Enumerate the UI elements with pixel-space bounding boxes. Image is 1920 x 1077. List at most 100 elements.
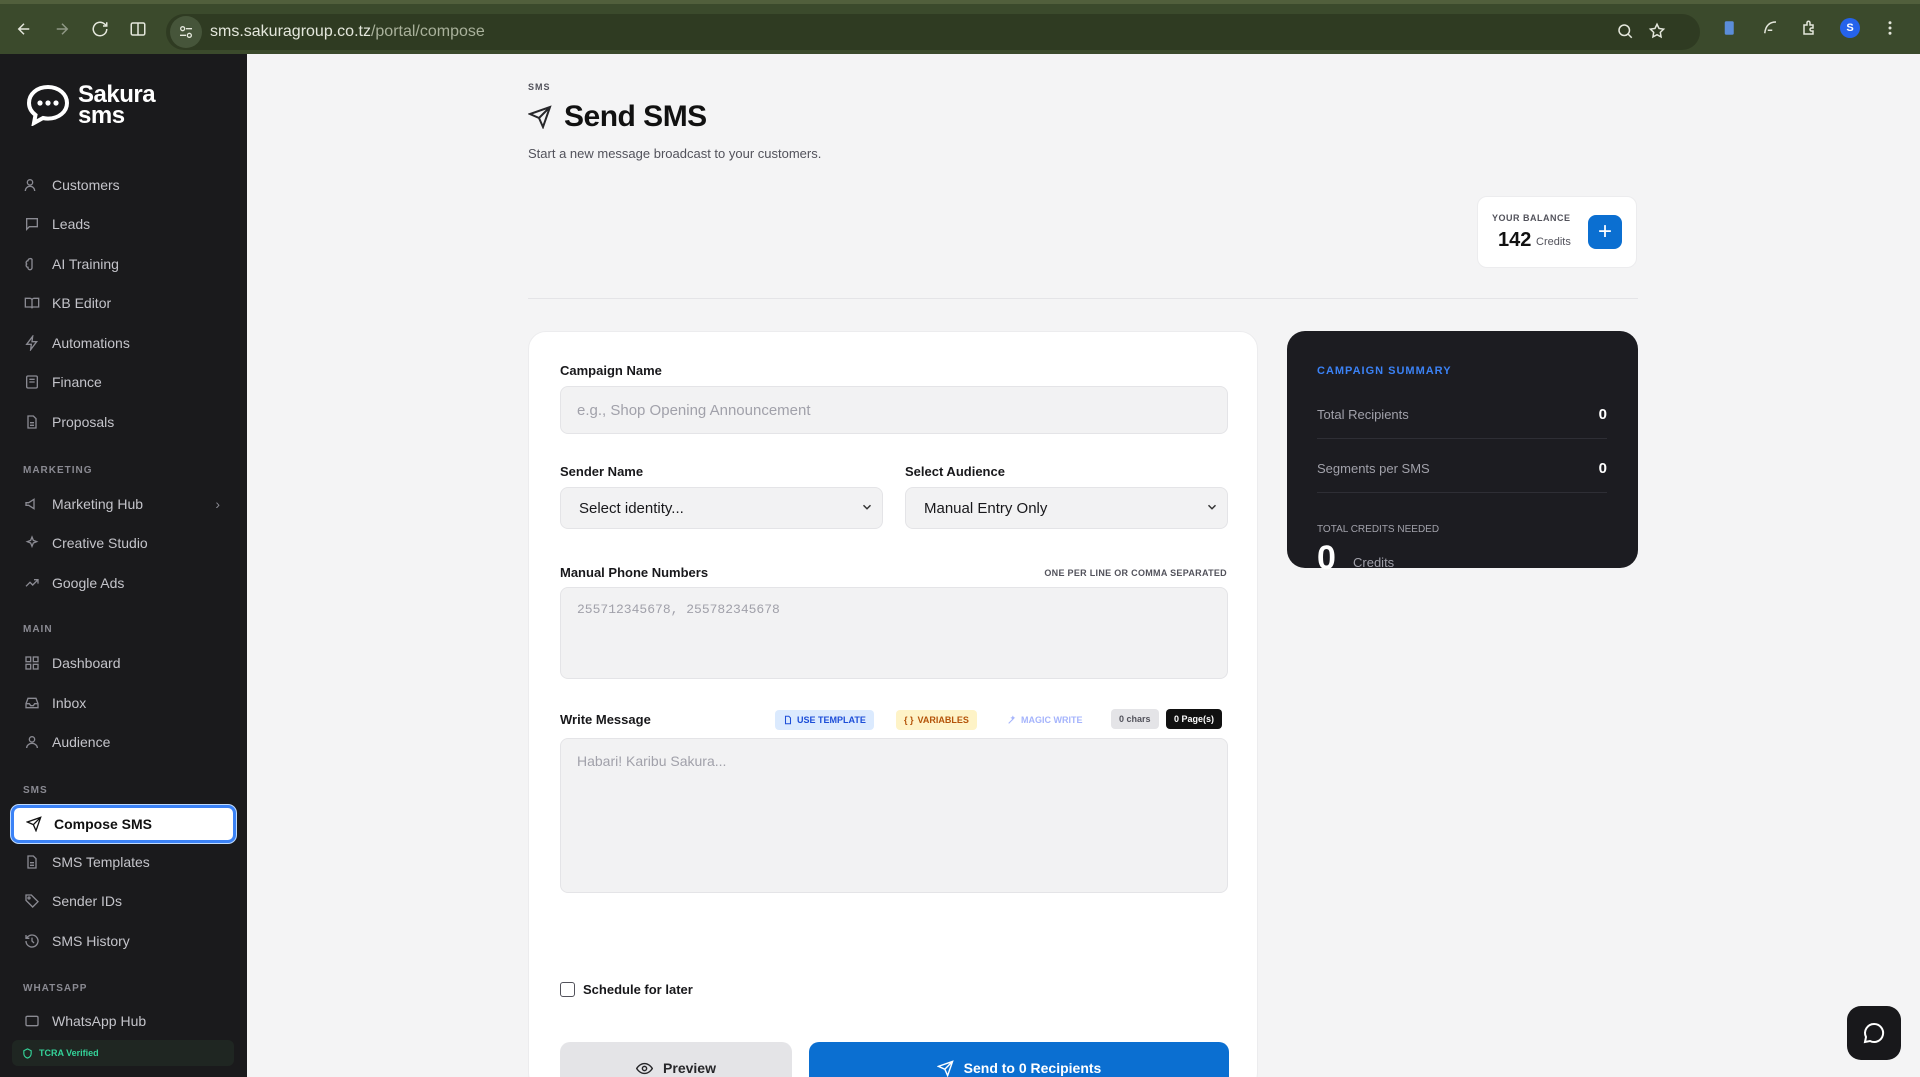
back-icon[interactable] xyxy=(10,15,38,43)
section-label-whatsapp: WHATSAPP xyxy=(23,983,88,994)
extension-notes-icon[interactable] xyxy=(1720,18,1740,38)
sidebar-item-automations[interactable]: Automations xyxy=(12,326,234,360)
audience-select[interactable]: Manual Entry Only xyxy=(905,487,1228,529)
sender-name-select[interactable]: Select identity... xyxy=(560,487,883,529)
sidebar-item-audience[interactable]: Audience xyxy=(12,725,234,759)
sidebar-item-google-ads[interactable]: Google Ads xyxy=(12,566,234,600)
inbox-icon xyxy=(24,695,40,711)
sidebar-item-kb-editor[interactable]: KB Editor xyxy=(12,286,234,320)
extensions-puzzle-icon[interactable] xyxy=(1800,18,1820,38)
file-icon xyxy=(24,854,40,870)
forward-icon[interactable] xyxy=(48,15,76,43)
page-title-row: Send SMS xyxy=(528,100,707,134)
reload-icon[interactable] xyxy=(86,15,114,43)
braces-icon: { } xyxy=(904,715,914,725)
file-text-icon xyxy=(24,414,40,430)
schedule-checkbox[interactable] xyxy=(560,982,575,997)
sidebar-item-label: Marketing Hub xyxy=(52,496,144,512)
brain-icon xyxy=(24,256,40,272)
sidebar-item-label: WhatsApp Hub xyxy=(52,1013,147,1029)
shield-check-icon xyxy=(23,1047,32,1059)
sender-name-label: Sender Name xyxy=(560,464,644,479)
sidebar-item-finance[interactable]: Finance xyxy=(12,365,234,399)
profile-avatar-icon[interactable]: S xyxy=(1840,18,1860,38)
sidebar-item-leads[interactable]: Leads xyxy=(12,207,234,241)
file-icon xyxy=(784,715,792,725)
sidebar-item-compose-sms[interactable]: Compose SMS xyxy=(11,805,236,843)
recipients-value: 0 xyxy=(1598,406,1607,423)
audience-value: Manual Entry Only xyxy=(924,499,1048,517)
sidebar-item-label: Compose SMS xyxy=(54,816,153,832)
preview-button[interactable]: Preview xyxy=(560,1042,792,1077)
sidebar-item-marketing-hub[interactable]: Marketing Hub › xyxy=(12,487,234,521)
page-count-badge: 0 Page(s) xyxy=(1166,709,1223,729)
message-placeholder: Habari! Karibu Sakura... xyxy=(577,753,727,769)
page-title: Send SMS xyxy=(564,100,707,133)
sidebar-item-sender-ids[interactable]: Sender IDs xyxy=(12,884,234,918)
site-settings-icon[interactable] xyxy=(170,16,202,48)
bookmark-star-icon[interactable] xyxy=(1648,22,1666,45)
receipt-icon xyxy=(24,374,40,390)
sidebar-item-label: Audience xyxy=(52,734,111,750)
segments-label: Segments per SMS xyxy=(1317,461,1430,476)
chevron-down-icon xyxy=(1207,504,1217,510)
logo-line2: sms xyxy=(78,102,125,129)
phone-numbers-label: Manual Phone Numbers xyxy=(560,565,709,580)
variables-button[interactable]: { } VARIABLES xyxy=(896,710,977,730)
zap-icon xyxy=(24,335,40,351)
section-label-main: MAIN xyxy=(23,624,53,635)
divider xyxy=(528,298,1638,299)
sidebar-item-label: AI Training xyxy=(52,256,119,272)
logo-text: Sakura sms xyxy=(78,83,156,129)
grid-icon xyxy=(24,655,40,671)
main-content: SMS Send SMS Start a new message broadca… xyxy=(247,54,1920,1077)
balance-card: YOUR BALANCE 142 Credits + xyxy=(1477,196,1637,268)
sidebar-item-label: Sender IDs xyxy=(52,893,123,909)
sidebar-item-sms-templates[interactable]: SMS Templates xyxy=(12,845,234,879)
phone-numbers-placeholder: 255712345678, 255782345678 xyxy=(577,602,780,617)
zoom-icon[interactable] xyxy=(1616,22,1634,45)
extension-feather-icon[interactable] xyxy=(1760,18,1780,38)
chat-bubble-logo-icon xyxy=(26,84,70,126)
sidebar-item-sms-history[interactable]: SMS History xyxy=(12,924,234,958)
phone-numbers-textarea[interactable]: 255712345678, 255782345678 xyxy=(560,587,1228,679)
magic-write-label: MAGIC WRITE xyxy=(1021,715,1083,725)
sidebar-item-whatsapp-hub[interactable]: WhatsApp Hub xyxy=(12,1004,234,1038)
credits-needed-unit: Credits xyxy=(1353,555,1395,570)
balance-label: YOUR BALANCE xyxy=(1492,213,1571,223)
chat-support-button[interactable] xyxy=(1847,1006,1901,1060)
balance-value: 142 xyxy=(1498,229,1532,251)
recipients-label: Total Recipients xyxy=(1317,407,1409,422)
sidebar-item-customers[interactable]: Customers xyxy=(12,168,234,202)
logo[interactable]: Sakura sms xyxy=(26,83,156,129)
sidebar-item-dashboard[interactable]: Dashboard xyxy=(12,646,234,680)
sidebar-item-ai-training[interactable]: AI Training xyxy=(12,247,234,281)
history-icon xyxy=(24,933,40,949)
users-icon xyxy=(24,177,40,193)
browser-toolbar: sms.sakuragroup.co.tz/portal/compose S xyxy=(0,0,1920,54)
send-button[interactable]: Send to 0 Recipients xyxy=(809,1042,1229,1077)
credits-needed-value: 0 xyxy=(1317,539,1336,577)
sidebar-item-label: SMS Templates xyxy=(52,854,150,870)
char-count-badge: 0 chars xyxy=(1111,709,1159,729)
campaign-name-input[interactable]: e.g., Shop Opening Announcement xyxy=(560,386,1228,434)
message-icon xyxy=(24,1013,40,1029)
split-view-icon[interactable] xyxy=(124,15,152,43)
schedule-row[interactable]: Schedule for later xyxy=(560,982,693,997)
sidebar-item-inbox[interactable]: Inbox xyxy=(12,686,234,720)
url-text: sms.sakuragroup.co.tz/portal/compose xyxy=(210,23,485,41)
address-bar[interactable]: sms.sakuragroup.co.tz/portal/compose xyxy=(166,14,1700,50)
sidebar-item-creative-studio[interactable]: Creative Studio xyxy=(12,526,234,560)
message-square-icon xyxy=(24,216,40,232)
add-credits-button[interactable]: + xyxy=(1588,215,1622,249)
chevron-down-icon xyxy=(862,504,872,510)
message-textarea[interactable]: Habari! Karibu Sakura... xyxy=(560,738,1228,893)
use-template-button[interactable]: USE TEMPLATE xyxy=(775,710,874,730)
credits-needed-label: TOTAL CREDITS NEEDED xyxy=(1317,524,1440,535)
browser-menu-icon[interactable] xyxy=(1880,18,1900,38)
eye-icon xyxy=(636,1062,654,1074)
magic-write-button[interactable]: MAGIC WRITE xyxy=(999,710,1091,730)
summary-row-segments: Segments per SMS 0 xyxy=(1317,445,1607,493)
sidebar-item-label: Dashboard xyxy=(52,655,121,671)
sidebar-item-proposals[interactable]: Proposals xyxy=(12,405,234,439)
